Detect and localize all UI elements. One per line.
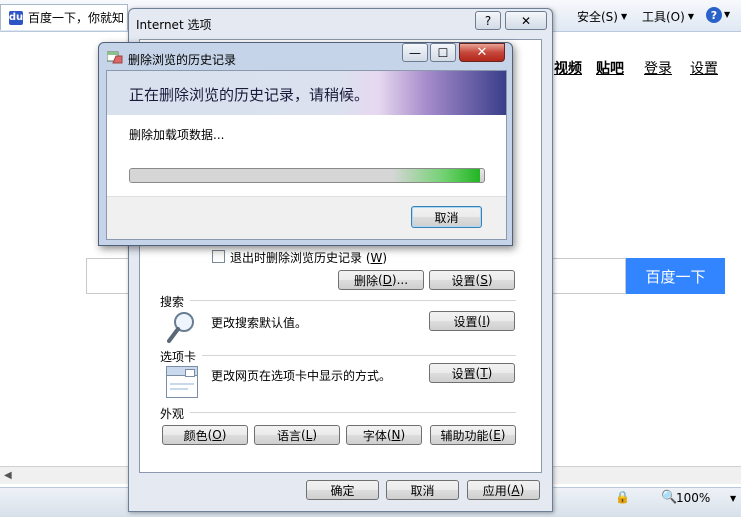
- chevron-down-icon: ▼: [620, 12, 628, 21]
- status-text: 删除加载项数据...: [129, 128, 225, 142]
- browser-tab[interactable]: du 百度一下，你就知: [0, 4, 128, 30]
- security-icon[interactable]: 🔒: [615, 490, 630, 504]
- search-settings-button[interactable]: 设置(I): [429, 311, 515, 331]
- progress-bar: [129, 168, 485, 183]
- scroll-left-icon[interactable]: ◀: [4, 470, 12, 481]
- delete-on-exit-label: 退出时删除浏览历史记录 (W): [230, 251, 388, 265]
- ok-button[interactable]: 确定: [306, 480, 379, 500]
- tabs-settings-button[interactable]: 设置(T): [429, 363, 515, 383]
- chevron-down-icon: ▼: [687, 12, 694, 21]
- zoom-icon[interactable]: 🔍: [661, 490, 677, 505]
- history-icon: [107, 51, 123, 64]
- dialog-help-button[interactable]: ?: [475, 11, 501, 30]
- divider: [190, 412, 516, 413]
- tab-title: 百度一下，你就知: [28, 11, 125, 25]
- dialog-content: 正在删除浏览的历史记录，请稍候。 删除加载项数据... 取消: [106, 70, 507, 240]
- tabs-icon-line: [170, 388, 188, 390]
- tabs-description: 更改网页在选项卡中显示的方式。: [211, 369, 392, 383]
- progress-fill: [130, 169, 481, 182]
- link-tieba[interactable]: 贴吧: [596, 58, 624, 78]
- appearance-group-label: 外观: [160, 407, 185, 421]
- magnifier-icon: [167, 312, 194, 343]
- tabs-icon-tab: [185, 369, 195, 377]
- divider: [190, 300, 516, 301]
- divider: [202, 355, 516, 356]
- link-video[interactable]: 视频: [554, 58, 582, 78]
- help-icon[interactable]: ?: [706, 7, 722, 23]
- zoom-level[interactable]: 100%: [676, 491, 710, 505]
- chevron-down-icon[interactable]: ▼: [730, 494, 736, 503]
- dialog-title: 删除浏览的历史记录: [128, 53, 237, 67]
- cancel-button[interactable]: 取消: [386, 480, 459, 500]
- colors-button[interactable]: 颜色(O): [162, 425, 248, 445]
- cancel-delete-button[interactable]: 取消: [411, 206, 482, 228]
- tools-menu-label: 工具(O): [642, 10, 685, 24]
- search-button[interactable]: 百度一下: [626, 258, 725, 294]
- favicon-icon: du: [8, 10, 24, 25]
- tabs-group-label: 选项卡: [160, 350, 197, 364]
- security-menu[interactable]: 安全(S) ▼: [577, 8, 627, 25]
- apply-button[interactable]: 应用(A): [467, 480, 540, 500]
- languages-button[interactable]: 语言(L): [254, 425, 340, 445]
- tabs-icon: [166, 366, 198, 398]
- link-login[interactable]: 登录: [644, 58, 672, 78]
- banner-text: 正在删除浏览的历史记录，请稍候。: [129, 86, 370, 104]
- fonts-button[interactable]: 字体(N): [346, 425, 422, 445]
- link-settings[interactable]: 设置: [690, 58, 718, 78]
- dialog-close-button[interactable]: ✕: [505, 11, 547, 30]
- maximize-button[interactable]: ☐: [430, 43, 456, 62]
- dialog-title: Internet 选项: [136, 18, 212, 32]
- search-group-label: 搜索: [160, 295, 185, 309]
- delete-history-button[interactable]: 删除(D)...: [338, 270, 424, 290]
- delete-on-exit-checkbox[interactable]: [212, 250, 225, 263]
- minimize-button[interactable]: —: [402, 43, 428, 62]
- tabs-icon-line: [170, 383, 194, 385]
- security-menu-label: 安全(S): [577, 10, 618, 24]
- close-button[interactable]: ✕: [459, 43, 505, 62]
- delete-history-dialog: 删除浏览的历史记录 — ☐ ✕ 正在删除浏览的历史记录，请稍候。 删除加载项数据…: [98, 42, 513, 246]
- tools-menu[interactable]: 工具(O) ▼: [642, 8, 694, 25]
- search-description: 更改搜索默认值。: [211, 316, 308, 330]
- banner: 正在删除浏览的历史记录，请稍候。: [107, 71, 506, 115]
- chevron-down-icon[interactable]: ▼: [724, 10, 730, 19]
- history-settings-button[interactable]: 设置(S): [429, 270, 515, 290]
- accessibility-button[interactable]: 辅助功能(E): [430, 425, 516, 445]
